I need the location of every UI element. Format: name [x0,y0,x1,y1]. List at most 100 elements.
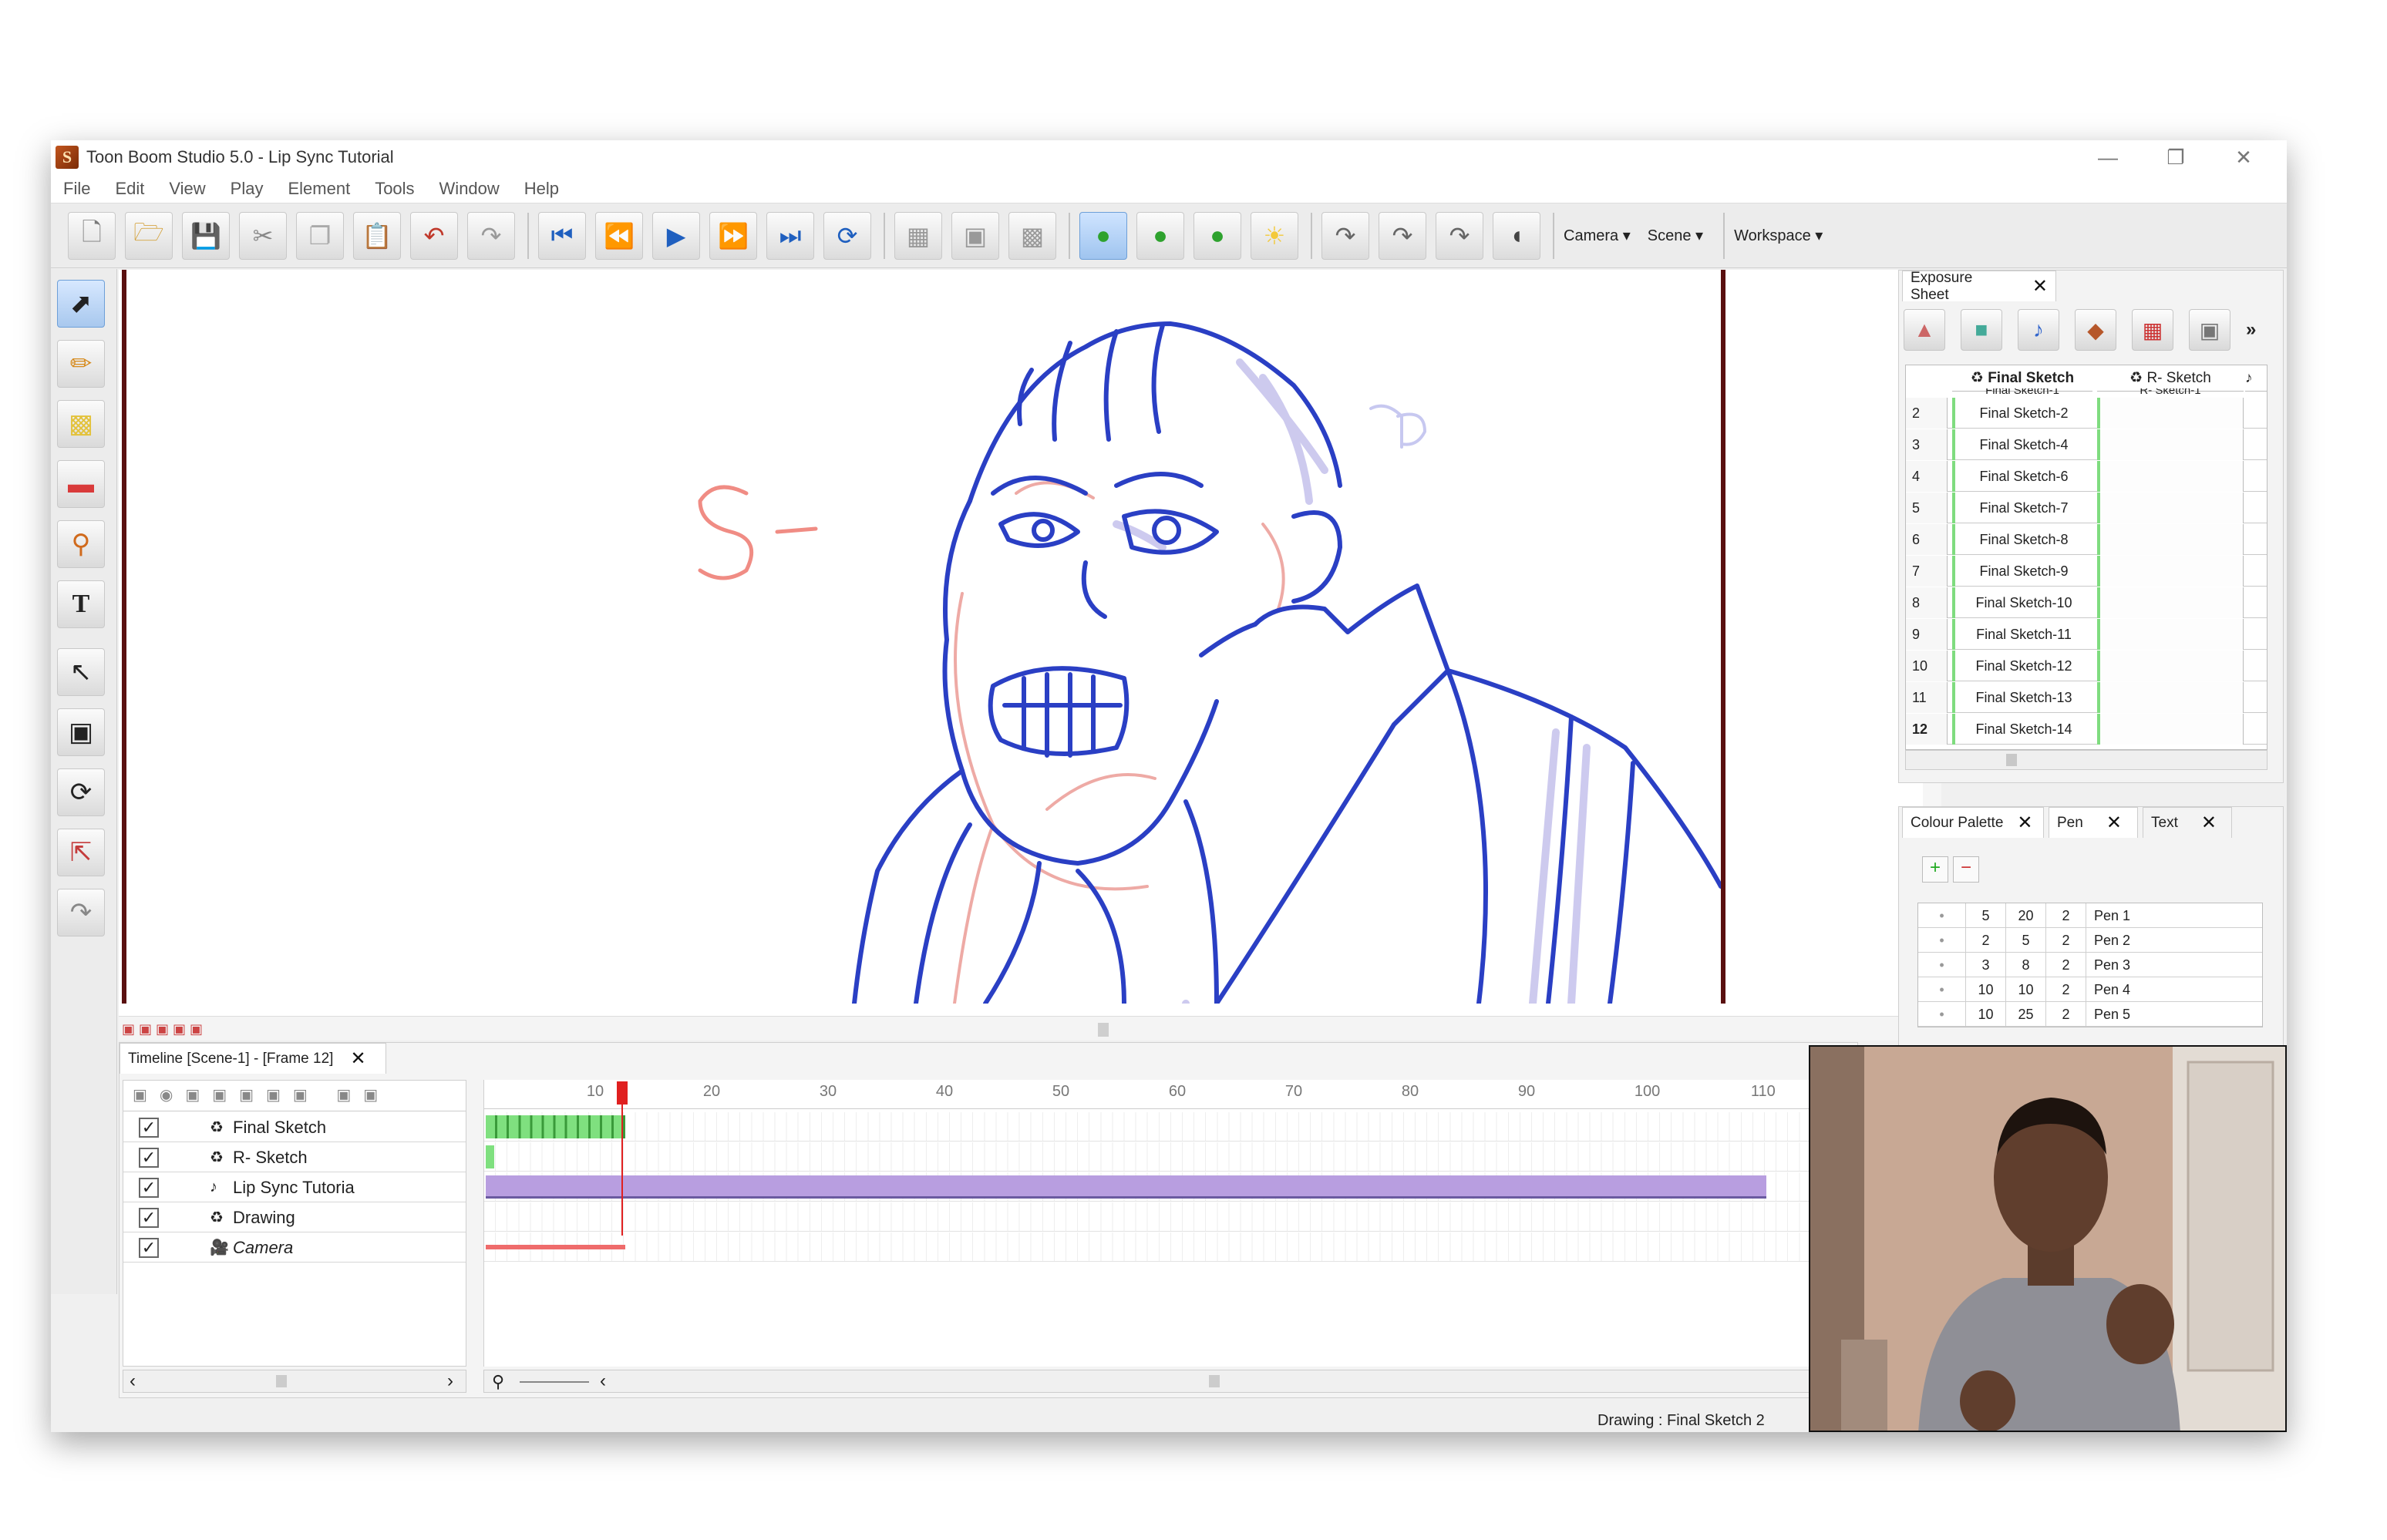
menu-tools[interactable]: Tools [362,179,426,199]
close-icon[interactable]: ✕ [2210,140,2278,174]
layer-visibility-checkbox[interactable]: ✓ [139,1207,159,1228]
frame-ruler[interactable]: 10 20 30 40 50 60 70 80 90 100 110 [484,1080,1857,1109]
scroll-thumb[interactable] [1098,1023,1109,1037]
undo-icon[interactable]: ↶ [410,211,458,260]
exposure-row[interactable]: 8 Final Sketch-10 [1906,587,2267,618]
exposure-cell[interactable]: Final Sketch-7 [1952,493,2092,523]
first-frame-icon[interactable]: ⏮ [538,211,586,260]
menu-edit[interactable]: Edit [103,179,157,199]
cut-icon[interactable]: ✂ [239,211,287,260]
add-drawing-element-icon[interactable]: ▲ [1904,309,1945,351]
exposure-cell[interactable]: Final Sketch-8 [1952,524,2092,555]
light-table-icon[interactable]: ☀ [1251,211,1298,260]
camera-motion-bar[interactable] [486,1245,626,1249]
pen-list[interactable]: • 5 20 2 Pen 1 • 2 5 2 Pen 2 • 3 8 2 Pen 3 • 10 10 2 Pen 4 •… [1917,903,2263,1027]
exposure-sheet-grid[interactable]: ♻ Final Sketch ♻ R- Sketch ♪ Final Sketc… [1905,365,2267,750]
menu-element[interactable]: Element [275,179,362,199]
canvas-horizontal-scrollbar[interactable]: ▣ ▣ ▣ ▣ ▣ › [119,1016,1915,1041]
more-icon[interactable]: » [2246,319,2256,341]
redo-icon[interactable]: ↷ [467,211,515,260]
pen-row[interactable]: • 10 25 2 Pen 5 [1918,1001,2262,1027]
camera-stage[interactable] [122,270,1729,1106]
play-icon[interactable]: ▶ [652,211,700,260]
scroll-thumb[interactable] [276,1375,287,1387]
exposure-row[interactable]: 11 Final Sketch-13 [1906,682,2267,713]
previous-frame-icon[interactable]: ⏪ [595,211,643,260]
playhead[interactable] [617,1081,628,1236]
onion-next-icon[interactable]: ● [1194,211,1241,260]
scroll-thumb[interactable] [1209,1375,1220,1387]
exposure-row[interactable]: 4 Final Sketch-6 [1906,461,2267,492]
exposure-row[interactable]: 2 Final Sketch-2 [1906,398,2267,429]
exposure-cell[interactable]: Final Sketch-13 [1952,682,2092,713]
column-header-r-sketch[interactable]: ♻ R- Sketch [2097,365,2244,392]
pen-row[interactable]: • 2 5 2 Pen 2 [1918,927,2262,953]
rotate-tool-icon[interactable]: ⟳ [57,768,105,816]
close-icon[interactable]: ✕ [350,1047,365,1070]
exposure-cell[interactable]: Final Sketch-14 [1952,714,2092,745]
close-icon[interactable]: ✕ [2032,275,2048,298]
keyframe-cell[interactable] [486,1145,494,1168]
grid-icon[interactable]: ▦ [894,211,942,260]
field-guide-icon[interactable]: ▣ [951,211,999,260]
exposure-cell-empty[interactable] [2097,714,2244,745]
menu-view[interactable]: View [157,179,217,199]
scene-dropdown[interactable]: Scene ▾ [1648,226,1703,245]
timeline-toolbar[interactable]: ▣◉▣▣▣▣▣ ▣▣ [123,1081,466,1111]
drawing-canvas[interactable] [119,270,1923,1106]
scroll-left-arrow[interactable]: ‹ [130,1370,136,1392]
save-icon[interactable]: 💾 [182,211,230,260]
timeline-frame-row[interactable] [484,1202,1857,1232]
scale-tool-icon[interactable]: ⇱ [57,829,105,876]
exposure-row[interactable]: 7 Final Sketch-9 [1906,556,2267,587]
eraser-tool-icon[interactable]: ▬ [57,460,105,508]
timeline-zoom-and-scroll[interactable]: ⚲ ‹ [483,1370,1857,1393]
safe-area-icon[interactable]: ▩ [1008,211,1056,260]
exposure-cell[interactable]: Final Sketch-6 [1952,461,2092,492]
select-tool-icon[interactable]: ⬈ [57,280,105,328]
tab-text[interactable]: Text ✕ [2143,807,2232,838]
loop-icon[interactable]: ⟳ [823,211,871,260]
pen-row[interactable]: • 5 20 2 Pen 1 [1918,903,2262,928]
timeline-layer-row[interactable]: ✓ ♪ Lip Sync Tutoria [123,1173,466,1202]
exposure-row[interactable]: 10 Final Sketch-12 [1906,651,2267,681]
text-tool-icon[interactable]: T [57,580,105,628]
exposure-cell[interactable]: Final Sketch-2 [1952,398,2092,429]
exposure-cell-empty[interactable] [2097,398,2244,429]
layer-visibility-checkbox[interactable]: ✓ [139,1177,159,1198]
exposure-cell[interactable]: Final Sketch-11 [1952,619,2092,650]
workspace-dropdown[interactable]: Workspace ▾ [1734,226,1823,245]
exposure-row[interactable]: 3 Final Sketch-4 [1906,429,2267,460]
tab-pen[interactable]: Pen ✕ [2049,807,2138,838]
optimize-icon[interactable]: ↷ [1379,211,1426,260]
add-sound-element-icon[interactable]: ♪ [2018,309,2059,351]
last-frame-icon[interactable]: ⏭ [766,211,814,260]
close-icon[interactable]: ✕ [2201,812,2217,834]
menu-file[interactable]: File [51,179,103,199]
layer-visibility-checkbox[interactable]: ✓ [139,1237,159,1258]
exposure-row[interactable]: 12 Final Sketch-14 [1906,714,2267,745]
close-icon[interactable]: ✕ [2106,812,2122,834]
tab-exposure-sheet[interactable]: Exposure Sheet ✕ [1902,270,2056,303]
exposure-cell[interactable]: Final Sketch-4 [1952,429,2092,460]
timeline-layer-row[interactable]: ✓ ♻ R- Sketch [123,1143,466,1172]
pencil-tool-icon[interactable]: ✏ [57,340,105,388]
restore-icon[interactable]: ❐ [2142,140,2210,174]
zoom-tool-icon[interactable]: ⚲ [57,520,105,568]
exposure-cell-empty[interactable] [2097,619,2244,650]
layer-visibility-checkbox[interactable]: ✓ [139,1147,159,1168]
exposure-cell[interactable]: Final Sketch-9 [1952,556,2092,587]
tab-timeline[interactable]: Timeline [Scene-1] - [Frame 12] ✕ [120,1043,386,1074]
timeline-frames[interactable]: 10 20 30 40 50 60 70 80 90 100 110 [483,1080,1857,1367]
menu-help[interactable]: Help [512,179,571,199]
onion-previous-icon[interactable]: ● [1136,211,1184,260]
timeline-frame-row[interactable] [484,1232,1857,1262]
exposure-cell-empty[interactable] [2097,556,2244,587]
menu-play[interactable]: Play [218,179,276,199]
timeline-frame-row[interactable] [484,1112,1857,1142]
add-pen-icon[interactable]: + [1922,856,1948,883]
paste-icon[interactable]: 📋 [353,211,401,260]
keyframe-cells[interactable] [486,1115,626,1138]
show-strokes-icon[interactable]: ◖ [1493,211,1540,260]
add-symbol-element-icon[interactable]: ◆ [2075,309,2116,351]
